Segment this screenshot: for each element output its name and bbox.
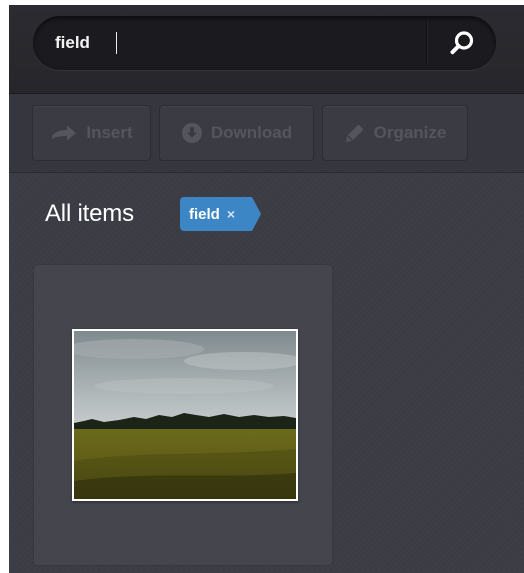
media-browser-panel: Insert Download Organize All items field… xyxy=(9,5,524,573)
search-header xyxy=(9,5,524,94)
filter-tag-label: field xyxy=(189,205,220,223)
image-thumbnail xyxy=(72,329,298,501)
download-icon xyxy=(181,123,202,143)
insert-button-label: Insert xyxy=(86,123,133,142)
toolbar: Insert Download Organize xyxy=(9,94,524,173)
organize-button-label: Organize xyxy=(373,123,447,142)
search-input[interactable] xyxy=(55,30,415,56)
search-button[interactable] xyxy=(428,16,496,70)
search-divider xyxy=(426,22,427,64)
pencil-icon xyxy=(345,124,364,142)
field-landscape-image xyxy=(74,331,296,499)
close-icon[interactable]: × xyxy=(227,206,235,222)
page-title: All items xyxy=(45,200,134,227)
filter-tag[interactable]: field × xyxy=(180,197,261,231)
download-button-label: Download xyxy=(210,123,293,142)
download-button[interactable]: Download xyxy=(159,105,314,161)
search-box[interactable] xyxy=(33,16,496,70)
insert-button[interactable]: Insert xyxy=(32,105,151,161)
organize-button[interactable]: Organize xyxy=(322,105,468,161)
search-icon xyxy=(450,31,474,55)
arrow-right-icon xyxy=(52,125,77,141)
text-caret xyxy=(116,32,117,54)
media-item-card[interactable] xyxy=(34,265,332,565)
